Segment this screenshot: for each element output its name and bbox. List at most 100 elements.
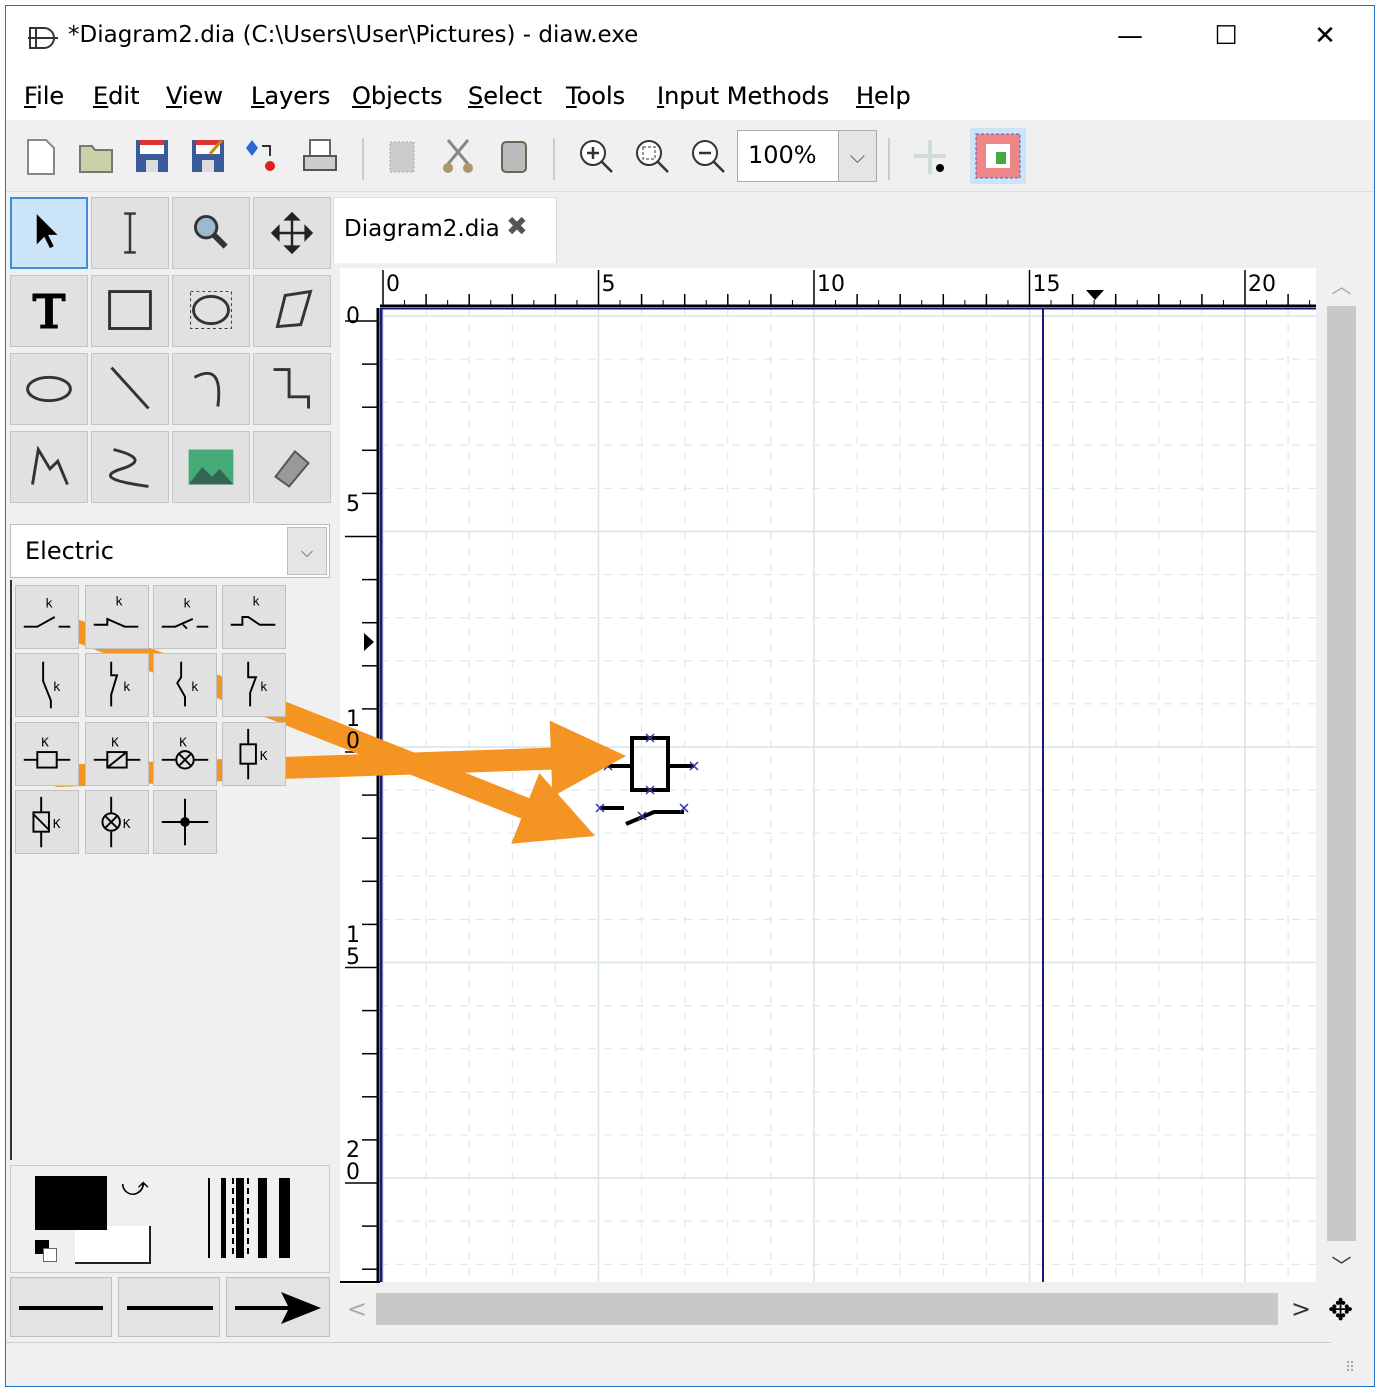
tool-zigzag-line[interactable] xyxy=(253,353,331,425)
svg-text:k: k xyxy=(115,593,123,608)
menu-help[interactable]: Help Help xyxy=(856,82,911,110)
tool-beziergon[interactable] xyxy=(10,353,88,425)
tool-magnify[interactable] xyxy=(172,197,250,269)
chevron-down-icon[interactable]: ⌵ xyxy=(287,527,327,575)
relay-coil-object[interactable] xyxy=(608,736,694,792)
svg-text:K: K xyxy=(53,816,61,831)
shape-make-contact-2[interactable]: k xyxy=(153,585,217,649)
tool-ellipse[interactable] xyxy=(172,275,250,347)
shape-vertical-contact-4[interactable]: k xyxy=(222,653,286,717)
export-icon[interactable] xyxy=(244,136,284,176)
ruler-label: 10 xyxy=(817,272,845,297)
zoom-in-icon[interactable] xyxy=(576,136,616,176)
zoom-out-icon[interactable] xyxy=(688,136,728,176)
diagram-canvas[interactable] xyxy=(380,308,1316,1282)
snap-to-grid-icon[interactable] xyxy=(910,136,950,176)
navigation-move-icon[interactable]: ✥ xyxy=(1328,1293,1353,1328)
menu-view[interactable]: View View xyxy=(166,82,223,110)
tool-pointer[interactable] xyxy=(10,197,88,269)
vertical-scroll-thumb[interactable] xyxy=(1327,306,1356,1241)
end-arrow-button[interactable] xyxy=(226,1277,330,1337)
save-as-icon[interactable] xyxy=(188,136,228,176)
resize-grip-icon[interactable]: ⠿ xyxy=(1345,1360,1355,1376)
new-icon[interactable] xyxy=(20,136,60,176)
scroll-up-button[interactable]: ︿ xyxy=(1325,268,1358,304)
menu-input-methods[interactable]: Input Methods Input Methods xyxy=(657,82,829,110)
zoom-select[interactable]: 100% ⌵ xyxy=(737,130,877,182)
menu-layers[interactable]: Layers Layers xyxy=(251,82,330,110)
tool-arc[interactable] xyxy=(172,353,250,425)
close-tab-icon[interactable]: ✖ xyxy=(506,212,528,242)
line-width-icon[interactable] xyxy=(206,1176,306,1262)
svg-text:k: k xyxy=(191,679,199,694)
ruler-label: 2 0 xyxy=(346,1138,360,1185)
shape-lamp[interactable]: K xyxy=(153,722,217,786)
cut-icon[interactable] xyxy=(438,136,478,176)
shape-relay-coil[interactable]: K xyxy=(15,722,79,786)
menu-edit[interactable]: Edit Edit xyxy=(93,82,139,110)
menu-tools[interactable]: Tools Tools xyxy=(566,82,625,110)
snap-to-objects-icon[interactable] xyxy=(970,128,1026,184)
svg-text:k: k xyxy=(45,595,53,610)
tool-scroll[interactable] xyxy=(253,197,331,269)
svg-text:k: k xyxy=(252,593,260,608)
svg-text:k: k xyxy=(123,679,131,694)
shape-make-contact-delayed[interactable]: k xyxy=(85,585,149,649)
shape-vertical-contact-2[interactable]: k xyxy=(85,653,149,717)
vertical-scrollbar[interactable]: ︿ ﹀ xyxy=(1325,268,1358,1284)
tool-image[interactable] xyxy=(172,431,250,503)
save-icon[interactable] xyxy=(132,136,172,176)
paste-icon[interactable] xyxy=(494,136,534,176)
background-color-swatch[interactable] xyxy=(75,1226,151,1264)
menu-mnemonic: Edit xyxy=(93,82,140,110)
open-icon[interactable] xyxy=(76,136,116,176)
status-bar xyxy=(6,1342,1331,1384)
tool-polygon[interactable] xyxy=(253,275,331,347)
tab-label: Diagram2.dia xyxy=(344,216,500,242)
svg-text:K: K xyxy=(179,734,187,749)
tool-text[interactable] xyxy=(10,275,88,347)
tool-text-edit[interactable] xyxy=(91,197,169,269)
tool-bezier-line[interactable] xyxy=(91,431,169,503)
horizontal-scroll-thumb[interactable] xyxy=(376,1293,1278,1325)
tool-box[interactable] xyxy=(91,275,169,347)
sheet-select[interactable]: Electric ⌵ xyxy=(10,524,330,578)
shape-relay-coil-vertical[interactable]: K xyxy=(222,722,286,786)
close-button[interactable]: ✕ xyxy=(1295,14,1355,58)
shape-relay-coil-vertical-2[interactable]: K xyxy=(15,790,79,854)
svg-text:K: K xyxy=(123,816,131,831)
shape-make-contact[interactable]: k xyxy=(15,585,79,649)
tool-polyline[interactable] xyxy=(10,431,88,503)
window-title: *Diagram2.dia (C:\Users\User\Pictures) -… xyxy=(68,22,639,48)
tool-line[interactable] xyxy=(91,353,169,425)
toolbar-separator xyxy=(553,138,555,180)
scroll-left-button[interactable]: < xyxy=(340,1290,374,1328)
scroll-down-button[interactable]: ﹀ xyxy=(1325,1248,1358,1284)
shape-vertical-contact-3[interactable]: k xyxy=(153,653,217,717)
menu-mnemonic: Input Methods xyxy=(657,82,830,110)
start-arrow-button[interactable] xyxy=(10,1277,112,1337)
print-icon[interactable] xyxy=(300,136,340,176)
line-style-button[interactable] xyxy=(118,1277,220,1337)
zoom-fit-icon[interactable] xyxy=(632,136,672,176)
menu-select[interactable]: Select Select xyxy=(468,82,542,110)
menu-file[interactable]: File File xyxy=(24,82,64,110)
shape-connection-point[interactable] xyxy=(153,790,217,854)
tool-outline[interactable] xyxy=(253,431,331,503)
minimize-button[interactable]: — xyxy=(1100,14,1160,58)
maximize-button[interactable]: ☐ xyxy=(1196,14,1256,58)
menu-mnemonic: Layers xyxy=(251,82,331,110)
shape-lamp-vertical[interactable]: K xyxy=(85,790,149,854)
horizontal-scrollbar[interactable]: < > xyxy=(340,1290,1320,1328)
tab-diagram2[interactable]: Diagram2.dia ✖ xyxy=(333,197,557,263)
shape-vertical-contact[interactable]: k xyxy=(15,653,79,717)
copy-icon[interactable] xyxy=(382,136,422,176)
shape-make-contact-3[interactable]: k xyxy=(222,585,286,649)
foreground-color-swatch[interactable] xyxy=(35,1176,107,1230)
scroll-right-button[interactable]: > xyxy=(1284,1290,1318,1328)
chevron-down-icon[interactable]: ⌵ xyxy=(838,131,876,181)
swap-colors-icon[interactable]: ⤻ xyxy=(121,1172,149,1203)
dia-app-icon xyxy=(28,27,58,49)
shape-relay-coil-2[interactable]: K xyxy=(85,722,149,786)
menu-objects[interactable]: Objects Objects xyxy=(352,82,443,110)
